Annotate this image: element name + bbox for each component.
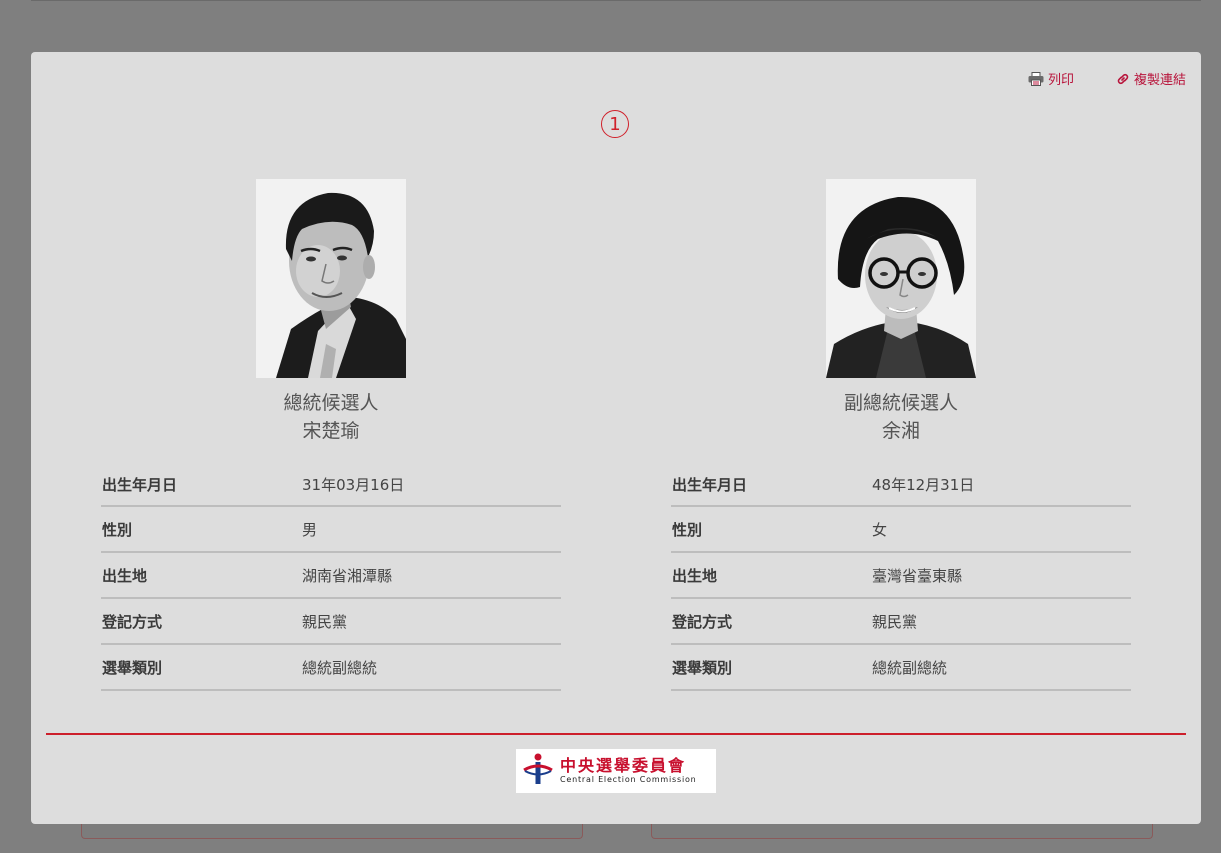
president-candidate-role: 總統候選人 xyxy=(283,392,379,414)
cec-logo-chinese: 中央選舉委員會 xyxy=(560,756,687,775)
copy-link-button[interactable]: 複製連結 xyxy=(1116,69,1186,88)
election-type-label: 選舉類別 xyxy=(101,644,302,691)
candidate-detail-modal: 列印 複製連結 1 總統候選人 宋楚瑜 出生年月日 31年03月16日 性別 男… xyxy=(31,52,1201,824)
cec-logo-english: Central Election Commission xyxy=(560,775,697,784)
birthplace-label: 出生地 xyxy=(101,552,302,599)
gender-value: 男 xyxy=(302,506,561,553)
birthdate-value: 31年03月16日 xyxy=(302,463,561,507)
birthplace-label: 出生地 xyxy=(671,552,872,599)
printer-icon xyxy=(1028,71,1044,86)
table-row: 出生地 臺灣省臺東縣 xyxy=(671,552,1131,599)
president-candidate-name: 宋楚瑜 xyxy=(302,420,360,442)
registration-value: 親民黨 xyxy=(302,598,561,645)
cec-logo: 中央選舉委員會 Central Election Commission xyxy=(516,749,716,793)
election-type-value: 總統副總統 xyxy=(302,644,561,691)
table-row: 出生地 湖南省湘潭縣 xyxy=(101,552,561,599)
president-info-table: 出生年月日 31年03月16日 性別 男 出生地 湖南省湘潭縣 登記方式 親民黨… xyxy=(101,463,561,691)
president-candidate-panel: 總統候選人 宋楚瑜 出生年月日 31年03月16日 性別 男 出生地 湖南省湘潭… xyxy=(101,179,561,691)
gender-label: 性別 xyxy=(671,506,872,553)
vice-president-candidate-panel: 副總統候選人 余湘 出生年月日 48年12月31日 性別 女 出生地 臺灣省臺東… xyxy=(671,179,1131,691)
birthplace-value: 湖南省湘潭縣 xyxy=(302,552,561,599)
birthdate-label: 出生年月日 xyxy=(671,463,872,507)
table-row: 出生年月日 31年03月16日 xyxy=(101,463,561,507)
vice-president-info-table: 出生年月日 48年12月31日 性別 女 出生地 臺灣省臺東縣 登記方式 親民黨… xyxy=(671,463,1131,691)
registration-label: 登記方式 xyxy=(671,598,872,645)
table-row: 登記方式 親民黨 xyxy=(671,598,1131,645)
vice-president-candidate-name: 余湘 xyxy=(881,420,920,442)
gender-label: 性別 xyxy=(101,506,302,553)
president-candidate-photo xyxy=(256,179,406,378)
table-row: 性別 女 xyxy=(671,506,1131,553)
registration-label: 登記方式 xyxy=(101,598,302,645)
link-icon xyxy=(1116,72,1130,86)
modal-toolbar: 列印 複製連結 xyxy=(1028,69,1186,88)
gender-value: 女 xyxy=(872,506,1131,553)
table-row: 出生年月日 48年12月31日 xyxy=(671,463,1131,507)
candidate-number-badge: 1 xyxy=(601,110,629,138)
table-row: 性別 男 xyxy=(101,506,561,553)
birthdate-label: 出生年月日 xyxy=(101,463,302,507)
cec-logo-text: 中央選舉委員會 Central Election Commission xyxy=(560,757,697,785)
election-type-value: 總統副總統 xyxy=(872,644,1131,691)
print-button[interactable]: 列印 xyxy=(1028,69,1074,88)
birthplace-value: 臺灣省臺東縣 xyxy=(872,552,1131,599)
table-row: 選舉類別 總統副總統 xyxy=(671,644,1131,691)
table-row: 選舉類別 總統副總統 xyxy=(101,644,561,691)
election-type-label: 選舉類別 xyxy=(671,644,872,691)
vice-president-candidate-photo xyxy=(826,179,976,378)
table-row: 登記方式 親民黨 xyxy=(101,598,561,645)
birthdate-value: 48年12月31日 xyxy=(872,463,1131,507)
vice-president-candidate-role: 副總統候選人 xyxy=(843,392,958,414)
background-header-edge xyxy=(31,0,1201,1)
print-label: 列印 xyxy=(1047,73,1074,88)
registration-value: 親民黨 xyxy=(872,598,1131,645)
copy-link-label: 複製連結 xyxy=(1133,73,1186,88)
cec-emblem-icon xyxy=(522,752,554,790)
footer-divider xyxy=(46,733,1186,735)
